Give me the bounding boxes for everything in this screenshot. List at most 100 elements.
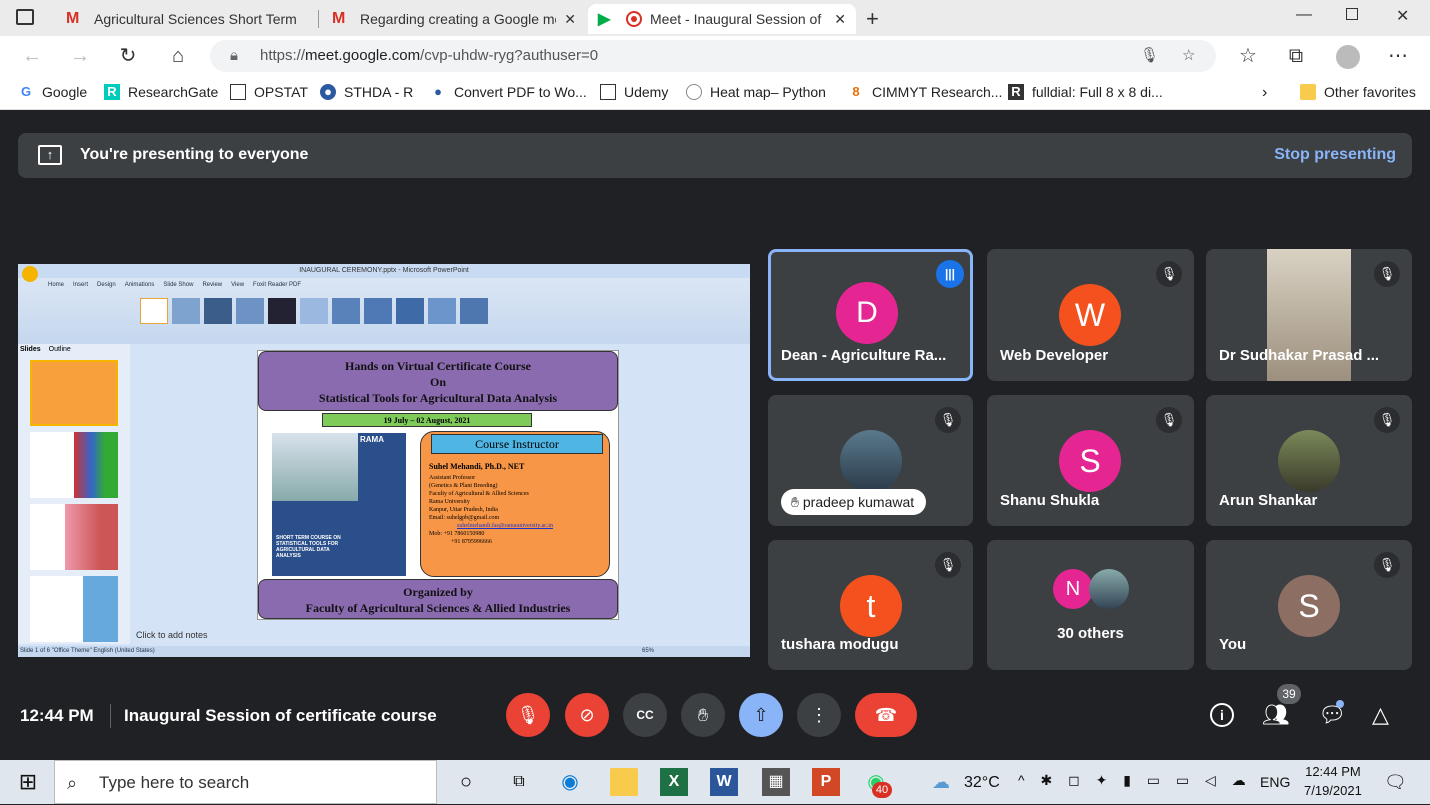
cortana-icon[interactable]: ○ [452,768,480,796]
word-icon[interactable]: W [710,768,738,796]
camera-off-button[interactable]: ⊘ [565,693,609,737]
add-favorite-icon[interactable]: ☆ [1182,40,1195,72]
presenting-banner: ↑ You're presenting to everyone Stop pre… [18,133,1412,178]
close-tab-icon[interactable]: ✕ [834,11,846,28]
clock[interactable]: 12:44 PM 7/19/2021 [1304,764,1362,798]
recording-icon [626,11,642,27]
notes-pane[interactable]: Click to add notes [136,630,208,640]
calculator-icon[interactable]: ▦ [762,768,790,796]
hand-icon: ✋︎ [791,494,803,510]
favorite-sthda[interactable]: ● STHDA - R [320,84,413,100]
favorite-other[interactable]: Other favorites [1300,84,1416,100]
present-button[interactable]: ⇧ [739,693,783,737]
slide-canvas: Hands on Virtual Certificate Course On Sta… [257,350,619,620]
minimize-icon[interactable]: — [1296,6,1312,24]
raised-hand-chip: ✋︎ pradeep kumawat [781,489,927,515]
tab-meet[interactable]: ▶ Meet - Inaugural Session of ✕ [588,4,856,34]
slides-panel: Slides Outline [18,344,130,644]
mic-off-button[interactable]: 🎙︎ [506,693,550,737]
mic-off-icon: 🎙︎ [1374,261,1400,287]
favorite-udemy[interactable]: Udemy [600,84,668,100]
edge-icon[interactable]: ◉ [556,768,584,796]
participant-tile[interactable]: t 🎙︎ tushara modugu [768,540,973,670]
raise-hand-button[interactable]: ✋︎ [681,693,725,737]
mic-off-icon: 🎙︎ [1374,407,1400,433]
favorite-researchgate[interactable]: R ResearchGate [104,84,218,100]
favorite-convert-pdf[interactable]: ● Convert PDF to Wo... [430,84,587,100]
participant-tile[interactable]: 🎙︎ Arun Shankar [1206,395,1412,526]
chat-notification-dot [1336,700,1344,708]
leave-call-button[interactable]: ☎︎ [855,693,917,737]
page-icon [230,84,246,100]
captions-button[interactable]: CC [623,693,667,737]
tab-gmail-2[interactable]: M Regarding creating a Google me ✕ [322,4,586,34]
ppt-ribbon: INAUGURAL CEREMONY.pptx - Microsoft Powe… [18,264,750,344]
tab-actions-icon[interactable] [16,9,34,25]
self-tile[interactable]: S 🎙︎ You [1206,540,1412,670]
refresh-icon[interactable]: ↻ [116,44,140,68]
excel-icon[interactable]: X [660,768,688,796]
speaking-indicator-icon: ||| [936,260,964,288]
more-options-button[interactable]: ⋮ [797,693,841,737]
favorites-icon[interactable]: ☆ [1236,44,1260,68]
mic-off-icon: 🎙︎ [1156,407,1182,433]
favorite-cimmyt[interactable]: 8 CIMMYT Research... [848,84,1002,100]
slide-thumbnail[interactable] [30,432,118,498]
favorite-heatmap[interactable]: Heat map– Python [686,84,826,100]
folder-icon [1300,84,1316,100]
meet-icon: ▶ [598,11,611,28]
slide-thumbnail[interactable] [30,576,118,642]
file-explorer-icon[interactable] [610,768,638,796]
taskbar-search-input[interactable]: ⌕ Type here to search [54,760,437,804]
participant-tile[interactable]: W 🎙︎ Web Developer [987,249,1194,381]
search-icon: ⌕ [67,773,78,793]
tab-strip: M Agricultural Sciences Short Term M Reg… [0,0,1430,36]
others-tile[interactable]: N 30 others [987,540,1194,670]
url-input[interactable]: 🔒︎ https://meet.google.com/cvp-uhdw-ryg?… [210,40,1216,72]
close-window-icon[interactable]: ✕ [1396,6,1409,26]
favorites-bar: G Google R ResearchGate OPSTAT ● STHDA - R … [0,76,1430,110]
slide-thumbnail[interactable] [30,504,118,570]
microphone-icon[interactable]: 🎙︎ [1140,40,1159,72]
participant-tile[interactable]: 🎙︎ Dr Sudhakar Prasad ... [1206,249,1412,381]
convert-icon: ● [434,84,442,99]
collections-icon[interactable]: ⧉ [1284,44,1308,68]
google-icon: G [20,84,32,99]
favorite-opstat[interactable]: OPSTAT [230,84,308,100]
task-view-icon[interactable]: ⧉ [505,768,533,796]
close-tab-icon[interactable]: ✕ [564,11,576,28]
new-tab-icon[interactable]: + [866,6,879,32]
powerpoint-icon[interactable]: P [812,768,840,796]
researchgate-icon: R [104,84,120,100]
taskbar: ⊞ ⌕ Type here to search ○ ⧉ ◉ X W ▦ P ◉ … [0,760,1430,804]
people-icon[interactable]: 👥︎ [1262,702,1290,728]
activities-icon[interactable]: △ [1372,702,1389,728]
profile-avatar[interactable] [1336,45,1360,69]
fulldial-icon: R [1008,84,1024,100]
favorite-fulldial[interactable]: Rfulldial: Full 8 x 8 di... [1008,84,1163,100]
home-icon[interactable]: ⌂ [166,44,190,68]
favorite-google[interactable]: G Google [18,84,87,100]
participant-tile[interactable]: 🎙︎ ✋︎ pradeep kumawat [768,395,973,526]
weather-icon[interactable]: ☁ [932,772,950,793]
restore-icon[interactable] [1346,8,1358,20]
forward-icon[interactable]: → [68,44,92,68]
notifications-icon[interactable]: 🗨︎ [1384,772,1407,793]
stop-presenting-button[interactable]: Stop presenting [1274,146,1396,164]
back-icon[interactable]: ← [20,44,44,68]
mic-off-icon: 🎙︎ [1156,261,1182,287]
more-menu-icon[interactable]: ⋯ [1386,44,1410,68]
office-button[interactable] [22,266,38,282]
more-favorites-icon[interactable]: › [1262,84,1267,102]
gmail-icon: M [66,10,80,27]
shared-screen: INAUGURAL CEREMONY.pptx - Microsoft Powe… [18,264,750,657]
windows-start-icon[interactable]: ⊞ [14,768,42,796]
participant-tile[interactable]: D ||| Dean - Agriculture Ra... [768,249,973,381]
participant-photo [1278,430,1340,492]
tab-gmail-1[interactable]: M Agricultural Sciences Short Term [56,4,310,34]
mic-off-icon: 🎙︎ [1374,552,1400,578]
participant-tile[interactable]: S 🎙︎ Shanu Shukla [987,395,1194,526]
system-tray-icons[interactable]: ^ ✱ ◻ ✦ ▮ ▭ ▭ ◁ ☁ [1018,772,1252,789]
meeting-details-icon[interactable]: i [1210,703,1234,727]
slide-thumbnail[interactable] [30,360,118,426]
